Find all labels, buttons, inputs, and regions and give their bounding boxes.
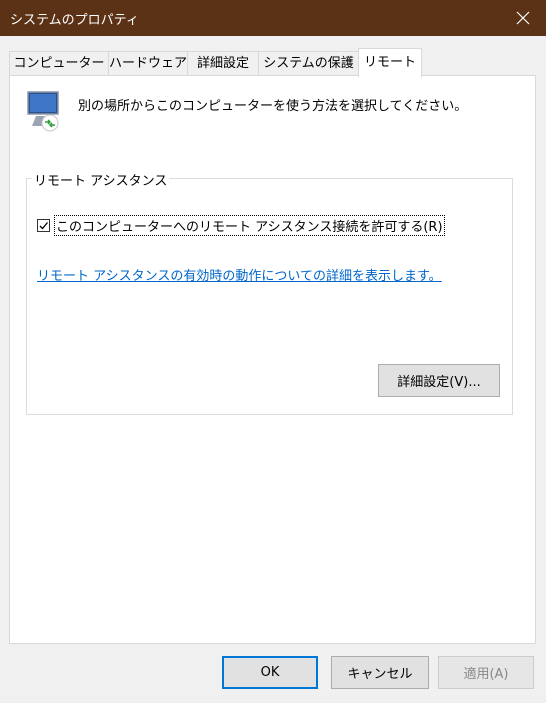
- cancel-button[interactable]: キャンセル: [331, 656, 429, 689]
- tab-advanced[interactable]: 詳細設定: [187, 51, 259, 75]
- ok-button[interactable]: OK: [222, 656, 318, 689]
- checkbox-label[interactable]: このコンピューターへのリモート アシスタンス接続を許可する(R): [54, 215, 445, 236]
- remote-description: 別の場所からこのコンピューターを使う方法を選択してください。: [78, 99, 468, 114]
- allow-remote-assistance-row[interactable]: このコンピューターへのリモート アシスタンス接続を許可する(R): [37, 215, 445, 236]
- remote-tab-panel: 別の場所からこのコンピューターを使う方法を選択してください。 リモート アシスタ…: [9, 75, 536, 644]
- group-label: リモート アシスタンス: [32, 170, 170, 189]
- tab-remote[interactable]: リモート: [358, 48, 422, 77]
- advanced-settings-button[interactable]: 詳細設定(V)...: [378, 364, 500, 397]
- window-title: システムのプロパティ: [10, 13, 139, 28]
- close-button[interactable]: [500, 0, 546, 36]
- checkmark-icon: [39, 222, 48, 230]
- tab-hardware[interactable]: ハードウェア: [108, 51, 188, 75]
- title-bar: システムのプロパティ: [0, 0, 546, 36]
- remote-assistance-group: リモート アシスタンス このコンピューターへのリモート アシスタンス接続を許可す…: [26, 170, 513, 415]
- close-icon: [516, 11, 530, 25]
- apply-button[interactable]: 適用(A): [438, 656, 534, 689]
- allow-remote-assistance-checkbox[interactable]: [37, 219, 50, 232]
- remote-computer-icon: [27, 91, 59, 132]
- tab-computer-name[interactable]: コンピューター名: [9, 51, 109, 95]
- remote-assistance-details-link[interactable]: リモート アシスタンスの有効時の動作についての詳細を表示します。: [37, 265, 442, 284]
- tab-system-protection[interactable]: システムの保護: [258, 51, 359, 75]
